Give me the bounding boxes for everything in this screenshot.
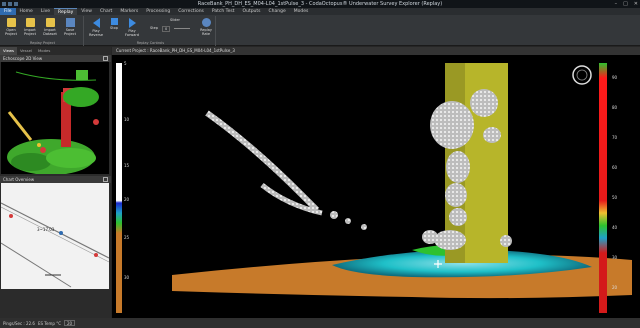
view2d-title: Echoscope 2D View bbox=[3, 56, 43, 61]
close-button[interactable]: ✕ bbox=[634, 0, 638, 8]
scale-label-80: 80 bbox=[612, 105, 618, 110]
echoscope-2d-view[interactable] bbox=[1, 62, 109, 174]
status-bar: Pings/Sec : 22.6 ES Temp °C 20 bbox=[0, 318, 640, 328]
group-label: Replay Controls bbox=[136, 41, 165, 45]
ribbon: Open Project Import Project Import Datas… bbox=[0, 15, 640, 46]
tab-corrections[interactable]: Corrections bbox=[174, 8, 208, 15]
scale-label-90: 90 bbox=[612, 75, 618, 80]
save-project-label: Save Project bbox=[64, 28, 76, 36]
vessel-position-label: 3~17.03 bbox=[37, 227, 55, 232]
chart-map-graphic bbox=[1, 183, 109, 289]
slider-title: Slider bbox=[170, 18, 180, 22]
depth-label-5: 5 bbox=[124, 61, 127, 66]
replay-rate-button[interactable]: Replay Rate bbox=[198, 18, 214, 36]
tab-vessel[interactable]: Vessel bbox=[17, 47, 35, 55]
pin-icon[interactable] bbox=[103, 56, 108, 61]
tab-change[interactable]: Change bbox=[265, 8, 290, 15]
import-project-button[interactable]: Import Project bbox=[22, 18, 38, 36]
tab-modes[interactable]: Modes bbox=[290, 8, 313, 15]
window-title: RaceBank_PH_DH_ES_M04-L04_1stPulse_3 - C… bbox=[197, 1, 443, 7]
chart-overview-title: Chart Overview bbox=[3, 177, 35, 182]
scale-label-30: 30 bbox=[612, 255, 618, 260]
play-reverse-button[interactable]: Play Reverse bbox=[88, 18, 104, 37]
stop-button[interactable]: Stop bbox=[106, 18, 122, 30]
left-pane: Views Vessel Modes Echoscope 2D View Cha… bbox=[0, 47, 111, 318]
depth-label-25: 25 bbox=[124, 235, 130, 240]
window-controls: – □ ✕ bbox=[615, 0, 638, 8]
main-view-header: Current Project : RaceBank_PH_DH_ES_M04-… bbox=[112, 47, 640, 55]
left-pane-tabs: Views Vessel Modes bbox=[0, 47, 111, 55]
group-label: Replay Project bbox=[30, 41, 55, 45]
tab-view[interactable]: View bbox=[77, 8, 96, 15]
title-bar: RaceBank_PH_DH_ES_M04-L04_1stPulse_3 - C… bbox=[0, 0, 640, 8]
tab-markers[interactable]: Markers bbox=[116, 8, 142, 15]
dataset-icon bbox=[45, 18, 55, 27]
depth-label-30: 30 bbox=[124, 275, 130, 280]
tab-file[interactable]: File bbox=[0, 8, 16, 15]
play-forward-button[interactable]: Play Forward bbox=[124, 18, 140, 37]
import-dataset-button[interactable]: Import Dataset bbox=[42, 18, 58, 36]
chart-overview-header: Chart Overview bbox=[0, 176, 111, 183]
import-dataset-label: Import Dataset bbox=[43, 28, 57, 36]
disk-icon bbox=[65, 18, 75, 27]
play-reverse-label: Play Reverse bbox=[88, 29, 104, 37]
view2d-header: Echoscope 2D View bbox=[0, 55, 111, 62]
replay-rate-label: Replay Rate bbox=[200, 28, 212, 36]
scale-label-70: 70 bbox=[612, 135, 618, 140]
scale-label-40: 40 bbox=[612, 225, 618, 230]
play-forward-label: Play Forward bbox=[124, 29, 140, 37]
sonar-2d-image bbox=[1, 62, 109, 174]
scale-label-50: 50 bbox=[612, 195, 618, 200]
tab-live[interactable]: Live bbox=[37, 8, 54, 15]
tab-views[interactable]: Views bbox=[0, 47, 17, 55]
rate-icon bbox=[201, 18, 211, 27]
save-project-button[interactable]: Save Project bbox=[62, 18, 78, 36]
import-folder-icon bbox=[25, 18, 35, 27]
open-project-button[interactable]: Open Project bbox=[3, 18, 19, 36]
play-icon bbox=[128, 18, 136, 28]
maximize-button[interactable]: □ bbox=[623, 0, 628, 8]
tab-modes-pane[interactable]: Modes bbox=[35, 47, 53, 55]
tab-outputs[interactable]: Outputs bbox=[239, 8, 265, 15]
folder-icon bbox=[6, 18, 16, 27]
tab-chart[interactable]: Chart bbox=[96, 8, 116, 15]
step-slider[interactable] bbox=[174, 28, 190, 29]
stop-icon bbox=[110, 18, 118, 25]
depth-label-15: 15 bbox=[124, 163, 130, 168]
main-3d-viewport[interactable]: 5 10 15 20 25 30 90 80 70 60 50 40 30 20 bbox=[112, 55, 640, 318]
tab-patch-test[interactable]: Patch Test bbox=[208, 8, 239, 15]
pings-per-second: Pings/Sec : 22.6 bbox=[3, 320, 35, 326]
tab-processing[interactable]: Processing bbox=[142, 8, 174, 15]
minimize-button[interactable]: – bbox=[615, 0, 618, 8]
step-label: Step bbox=[150, 26, 158, 30]
menu-bar: File Home Live Replay View Chart Markers… bbox=[0, 8, 640, 15]
es-temp-label: ES Temp °C bbox=[37, 320, 61, 326]
replay-project-group: Open Project Import Project Import Datas… bbox=[2, 16, 84, 46]
step-value[interactable]: 0 bbox=[162, 26, 171, 32]
es-temp-value: 20 bbox=[64, 320, 76, 326]
reverse-icon bbox=[92, 18, 100, 28]
scale-label-20: 20 bbox=[612, 285, 618, 290]
tab-replay[interactable]: Replay bbox=[54, 8, 78, 15]
app-window: RaceBank_PH_DH_ES_M04-L04_1stPulse_3 - C… bbox=[0, 0, 640, 328]
pin-icon[interactable] bbox=[103, 177, 108, 182]
replay-controls-group: Play Reverse Stop Play Forward Slider St… bbox=[86, 16, 216, 46]
tab-home[interactable]: Home bbox=[16, 8, 37, 15]
depth-label-20: 20 bbox=[124, 197, 130, 202]
depth-label-10: 10 bbox=[124, 117, 130, 122]
open-project-label: Open Project bbox=[5, 28, 17, 36]
import-project-label: Import Project bbox=[24, 28, 36, 36]
scale-label-60: 60 bbox=[612, 165, 618, 170]
sonar-3d-scene bbox=[112, 55, 640, 318]
chart-overview-map[interactable]: 3~17.03 bbox=[1, 183, 109, 289]
stop-label: Stop bbox=[110, 26, 118, 30]
